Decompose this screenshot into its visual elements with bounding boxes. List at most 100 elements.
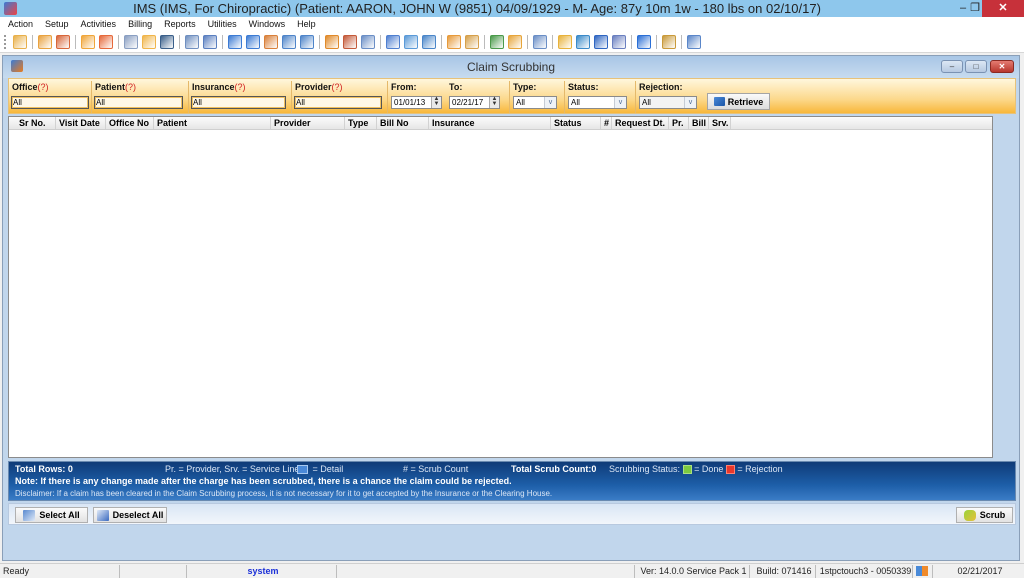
column-office-no[interactable]: Office No bbox=[106, 117, 154, 129]
column-sr-no[interactable]: Sr No. bbox=[9, 117, 56, 129]
exchange-icon[interactable] bbox=[576, 35, 590, 49]
patient-input[interactable]: All bbox=[94, 96, 183, 109]
column-provider[interactable]: Provider bbox=[271, 117, 345, 129]
flask-icon[interactable] bbox=[142, 35, 156, 49]
deselect-all-icon bbox=[96, 509, 109, 521]
notepad-icon[interactable] bbox=[203, 35, 217, 49]
scrubbing-status-label: Scrubbing Status: bbox=[609, 464, 681, 474]
menu-billing[interactable]: Billing bbox=[128, 17, 152, 32]
date-range-filter: From: To: 01/01/13 ▲ ▼ 02/21/17 ▲ ▼ bbox=[388, 81, 510, 113]
transfer-icon[interactable] bbox=[558, 35, 572, 49]
total-rows: Total Rows: 0 bbox=[15, 464, 73, 474]
office-help-link[interactable]: (?) bbox=[38, 82, 49, 92]
column-patient[interactable]: Patient bbox=[154, 117, 271, 129]
schedule-alert-icon[interactable] bbox=[612, 35, 626, 49]
column-scrub-count[interactable]: # bbox=[601, 117, 612, 129]
child-minimize-button[interactable]: – bbox=[941, 60, 963, 73]
menu-help[interactable]: Help bbox=[297, 17, 316, 32]
scheduler-icon[interactable] bbox=[343, 35, 357, 49]
title-bar: IMS (IMS, For Chiropractic) (Patient: AA… bbox=[0, 0, 1024, 17]
menu-activities[interactable]: Activities bbox=[81, 17, 117, 32]
retrieve-button[interactable]: Retrieve bbox=[707, 93, 770, 110]
toolbar-grip[interactable] bbox=[4, 35, 7, 49]
close-button[interactable]: ✕ bbox=[982, 0, 1024, 17]
rejection-select[interactable]: All v bbox=[639, 96, 697, 109]
help-icon[interactable] bbox=[637, 35, 651, 49]
from-date-spinner[interactable]: ▲ ▼ bbox=[431, 96, 441, 108]
column-type[interactable]: Type bbox=[345, 117, 377, 129]
word-icon[interactable] bbox=[594, 35, 608, 49]
column-status[interactable]: Status bbox=[551, 117, 601, 129]
insurance-label: Insurance bbox=[192, 82, 235, 92]
menu-reports[interactable]: Reports bbox=[164, 17, 196, 32]
provider-input[interactable]: All bbox=[294, 96, 382, 109]
to-label: To: bbox=[449, 82, 463, 92]
select-all-button[interactable]: Select All bbox=[15, 507, 88, 523]
billing-sync-icon[interactable] bbox=[246, 35, 260, 49]
lock-icon[interactable] bbox=[662, 35, 676, 49]
claims-grid[interactable]: Sr No. Visit Date Office No Patient Prov… bbox=[8, 116, 993, 458]
payment-icon[interactable] bbox=[282, 35, 296, 49]
report-building-icon[interactable] bbox=[533, 35, 547, 49]
column-provider-flag[interactable]: Pr. bbox=[669, 117, 689, 129]
to-date-spinner[interactable]: ▲ ▼ bbox=[489, 96, 499, 108]
from-date-value: 01/01/13 bbox=[394, 98, 426, 107]
menu-setup[interactable]: Setup bbox=[45, 17, 69, 32]
patient-add-icon[interactable] bbox=[38, 35, 52, 49]
patient-check-icon[interactable] bbox=[56, 35, 70, 49]
patient-icon[interactable] bbox=[13, 35, 27, 49]
type-filter: Type: All v bbox=[510, 81, 565, 113]
folder-icon[interactable] bbox=[81, 35, 95, 49]
edit-note-icon[interactable] bbox=[99, 35, 113, 49]
calendar-grid-icon[interactable] bbox=[325, 35, 339, 49]
insurance-help-link[interactable]: (?) bbox=[235, 82, 246, 92]
payment-user-icon[interactable] bbox=[300, 35, 314, 49]
column-bill-no[interactable]: Bill No bbox=[377, 117, 429, 129]
select-all-icon bbox=[23, 509, 36, 521]
to-date-input[interactable]: 02/21/17 ▲ ▼ bbox=[449, 96, 500, 109]
done-legend: = Done bbox=[694, 464, 724, 474]
column-bill-flag[interactable]: Bill bbox=[689, 117, 709, 129]
column-visit-date[interactable]: Visit Date bbox=[56, 117, 106, 129]
toolbar-separator bbox=[631, 35, 632, 49]
menu-utilities[interactable]: Utilities bbox=[208, 17, 237, 32]
toolbar-separator bbox=[118, 35, 119, 49]
child-maximize-button[interactable]: □ bbox=[965, 60, 987, 73]
clipboard-icon[interactable] bbox=[124, 35, 138, 49]
deselect-all-button[interactable]: Deselect All bbox=[93, 507, 167, 523]
calendar-edit-icon[interactable] bbox=[447, 35, 461, 49]
exit-icon[interactable] bbox=[687, 35, 701, 49]
insurance-input[interactable]: All bbox=[191, 96, 286, 109]
checklist-icon[interactable] bbox=[465, 35, 479, 49]
status-build: Build: 071416 bbox=[750, 565, 816, 578]
box-icon[interactable] bbox=[404, 35, 418, 49]
users-money-icon[interactable] bbox=[264, 35, 278, 49]
sync-icon[interactable] bbox=[228, 35, 242, 49]
menu-windows[interactable]: Windows bbox=[249, 17, 286, 32]
patient-help-link[interactable]: (?) bbox=[125, 82, 136, 92]
toolbar-separator bbox=[527, 35, 528, 49]
provider-help-link[interactable]: (?) bbox=[332, 82, 343, 92]
menu-action[interactable]: Action bbox=[8, 17, 33, 32]
rejection-filter: Rejection: All v bbox=[636, 81, 1017, 113]
detail-icon bbox=[297, 465, 308, 475]
pen-icon[interactable] bbox=[386, 35, 400, 49]
scrub-button[interactable]: Scrub bbox=[956, 507, 1013, 523]
box-send-icon[interactable] bbox=[422, 35, 436, 49]
shield-icon[interactable] bbox=[160, 35, 174, 49]
report-chart-icon[interactable] bbox=[361, 35, 375, 49]
status-select[interactable]: All v bbox=[568, 96, 627, 109]
done-status-swatch bbox=[682, 465, 692, 475]
bar-chart-icon[interactable] bbox=[490, 35, 504, 49]
folder-user-icon[interactable] bbox=[508, 35, 522, 49]
column-service-line-flag[interactable]: Srv. bbox=[709, 117, 731, 129]
office-input[interactable]: All bbox=[11, 96, 89, 109]
toolbar-separator bbox=[681, 35, 682, 49]
type-select[interactable]: All v bbox=[513, 96, 557, 109]
from-date-input[interactable]: 01/01/13 ▲ ▼ bbox=[391, 96, 442, 109]
child-close-button[interactable]: ✕ bbox=[990, 60, 1014, 73]
filter-panel: Office(?) All Patient(?) All Insurance(?… bbox=[8, 78, 1016, 114]
column-insurance[interactable]: Insurance bbox=[429, 117, 551, 129]
column-request-date[interactable]: Request Dt. bbox=[612, 117, 669, 129]
document-icon[interactable] bbox=[185, 35, 199, 49]
